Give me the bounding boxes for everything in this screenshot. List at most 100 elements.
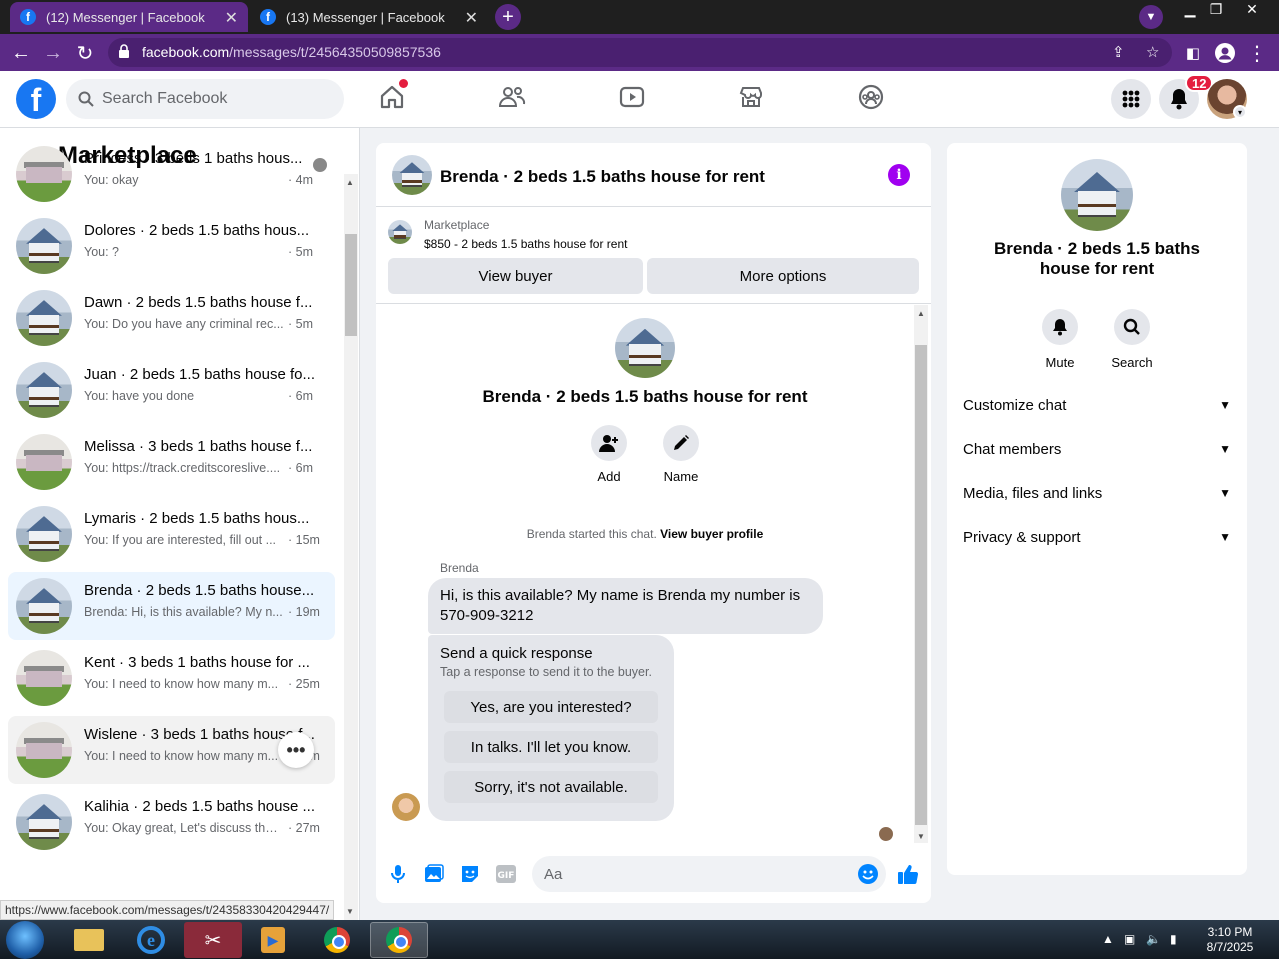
listing-thumbnail xyxy=(16,146,72,202)
scrollbar-thumb[interactable] xyxy=(915,345,927,825)
home-notification-dot xyxy=(399,79,408,88)
reload-button[interactable]: ↻ xyxy=(72,40,98,66)
taskbar-clock[interactable]: 3:10 PM 8/7/2025 xyxy=(1200,925,1260,955)
gif-icon[interactable]: GIF xyxy=(495,863,517,885)
thumbs-up-icon[interactable] xyxy=(897,863,919,885)
customize-chat-row[interactable]: Customize chat ▼ xyxy=(963,385,1231,425)
sticker-icon[interactable] xyxy=(459,863,481,885)
groups-icon[interactable] xyxy=(857,83,885,111)
conversation-time: · 6m xyxy=(288,389,313,403)
chat-scrollbar[interactable]: ▲ ▼ xyxy=(914,305,928,843)
conversation-item[interactable]: Dolores · 2 beds 1.5 baths hous... You: ?… xyxy=(8,212,335,280)
sender-avatar xyxy=(392,793,420,821)
emoji-icon[interactable] xyxy=(858,864,878,884)
search-conversation-button[interactable]: Search xyxy=(1102,309,1162,370)
mute-button[interactable]: Mute xyxy=(1030,309,1090,370)
conversation-preview: You: Do you have any criminal rec... xyxy=(84,317,284,331)
facebook-favicon-icon: f xyxy=(20,9,36,25)
browser-tab-2[interactable]: f (13) Messenger | Facebook ✕ xyxy=(250,2,488,32)
friends-icon[interactable] xyxy=(498,83,526,111)
conversation-item[interactable]: Juan · 2 beds 1.5 baths house fo... You: … xyxy=(8,356,335,424)
conversation-time: · 5m xyxy=(288,317,313,331)
quick-response-subtitle: Tap a response to send it to the buyer. xyxy=(440,665,652,679)
snipping-tool-icon[interactable]: ✂ xyxy=(184,922,242,958)
add-button[interactable]: Add xyxy=(579,425,639,484)
conversation-title: Kalihia · 2 beds 1.5 baths house ... xyxy=(84,798,315,815)
close-tab-icon[interactable]: ✕ xyxy=(465,8,478,28)
close-window-button[interactable]: ✕ xyxy=(1236,0,1268,18)
message-input[interactable]: Aa xyxy=(532,856,886,892)
marketplace-icon[interactable] xyxy=(737,83,765,111)
close-tab-icon[interactable]: ✕ xyxy=(225,8,238,28)
more-options-icon[interactable]: ••• xyxy=(278,732,314,768)
address-bar[interactable]: facebook.com/messages/t/2456435050985753… xyxy=(108,38,1172,67)
menu-grid-button[interactable] xyxy=(1111,79,1151,119)
conversation-item[interactable]: Kalihia · 2 beds 1.5 baths house ... You:… xyxy=(8,788,335,856)
browser-menu-icon[interactable]: ⋮ xyxy=(1244,40,1270,66)
url-text: facebook.com/messages/t/2456435050985753… xyxy=(142,44,441,60)
start-button[interactable] xyxy=(6,921,44,959)
more-options-button[interactable]: More options xyxy=(647,258,919,294)
back-button[interactable]: ← xyxy=(8,40,34,66)
conversation-preview: You: Okay great, Let's discuss the ... xyxy=(84,821,284,835)
chrome-active-icon[interactable] xyxy=(370,922,428,958)
grid-icon xyxy=(1122,90,1140,108)
chevron-down-icon[interactable]: ▾ xyxy=(1233,105,1247,119)
conversation-item[interactable]: Dawn · 2 beds 1.5 baths house f... You: D… xyxy=(8,284,335,352)
conversation-item[interactable]: Wislene · 3 beds 1 baths house f... You: … xyxy=(8,716,335,784)
listing-thumbnail xyxy=(388,220,412,244)
internet-explorer-icon[interactable]: e xyxy=(122,922,180,958)
conversation-item[interactable]: Princess · 3 beds 1 baths hous... You: ok… xyxy=(8,140,335,208)
chrome-profile-r-icon[interactable] xyxy=(308,922,366,958)
conversation-preview: You: have you done xyxy=(84,389,195,403)
watch-icon[interactable] xyxy=(618,83,646,111)
listing-thumbnail xyxy=(16,290,72,346)
share-icon[interactable]: ⇪ xyxy=(1112,43,1125,61)
view-buyer-button[interactable]: View buyer xyxy=(388,258,643,294)
bookmark-star-icon[interactable]: ☆ xyxy=(1146,43,1159,61)
conversation-preview: You: okay xyxy=(84,173,139,187)
chat-members-row[interactable]: Chat members ▼ xyxy=(963,429,1231,469)
browser-tab-1[interactable]: f (12) Messenger | Facebook ✕ xyxy=(10,2,248,32)
chat-avatar[interactable] xyxy=(392,155,432,195)
conversation-item[interactable]: Lymaris · 2 beds 1.5 baths hous... You: I… xyxy=(8,500,335,568)
info-icon[interactable]: i xyxy=(888,164,910,186)
tray-expand-icon[interactable]: ▲ xyxy=(1102,932,1114,946)
search-input[interactable]: Search Facebook xyxy=(66,79,344,119)
media-player-icon[interactable]: ▶ xyxy=(244,922,302,958)
conversation-item[interactable]: Brenda · 2 beds 1.5 baths house... Brenda… xyxy=(8,572,335,640)
photo-icon[interactable] xyxy=(423,863,445,885)
quick-response-in-talks[interactable]: In talks. I'll let you know. xyxy=(444,731,658,763)
conversation-preview: Brenda: Hi, is this available? My n... xyxy=(84,605,283,619)
new-tab-button[interactable]: + xyxy=(495,4,521,30)
view-buyer-profile-link[interactable]: View buyer profile xyxy=(660,527,763,541)
forward-button[interactable]: → xyxy=(40,40,66,66)
listing-thumbnail xyxy=(16,218,72,274)
quick-response-yes[interactable]: Yes, are you interested? xyxy=(444,691,658,723)
microphone-icon[interactable] xyxy=(387,863,409,885)
file-explorer-icon[interactable] xyxy=(60,922,118,958)
chat-title[interactable]: Brenda · 2 beds 1.5 baths house for rent xyxy=(440,167,765,187)
chevron-down-icon: ▼ xyxy=(1219,486,1231,500)
profile-icon[interactable] xyxy=(1212,40,1238,66)
network-icon[interactable]: ▣ xyxy=(1124,932,1135,946)
conversation-preview: You: https://track.creditscoreslive.... xyxy=(84,461,281,475)
restore-button[interactable]: ❐ xyxy=(1200,0,1232,18)
scrollbar-thumb[interactable] xyxy=(345,234,357,336)
conversation-item[interactable]: Kent · 3 beds 1 baths house for ... You: … xyxy=(8,644,335,712)
quick-response-not-available[interactable]: Sorry, it's not available. xyxy=(444,771,658,803)
home-icon[interactable] xyxy=(378,79,408,111)
power-icon[interactable]: ▮ xyxy=(1170,932,1177,946)
tab-search-button[interactable]: ▼ xyxy=(1139,5,1163,29)
media-files-links-row[interactable]: Media, files and links ▼ xyxy=(963,473,1231,513)
name-button[interactable]: Name xyxy=(651,425,711,484)
volume-icon[interactable]: 🔈 xyxy=(1146,932,1161,946)
privacy-support-row[interactable]: Privacy & support ▼ xyxy=(963,517,1231,557)
listing-price: $850 - 2 beds 1.5 baths house for rent xyxy=(424,237,628,251)
conversation-item[interactable]: Melissa · 3 beds 1 baths house f... You: … xyxy=(8,428,335,496)
side-panel-icon[interactable]: ◧ xyxy=(1180,40,1206,66)
facebook-logo[interactable]: f xyxy=(16,79,56,119)
conversation-title: Juan · 2 beds 1.5 baths house fo... xyxy=(84,366,315,383)
conversation-scrollbar[interactable]: ▲ ▼ xyxy=(344,174,358,920)
chevron-down-icon: ▼ xyxy=(1219,398,1231,412)
